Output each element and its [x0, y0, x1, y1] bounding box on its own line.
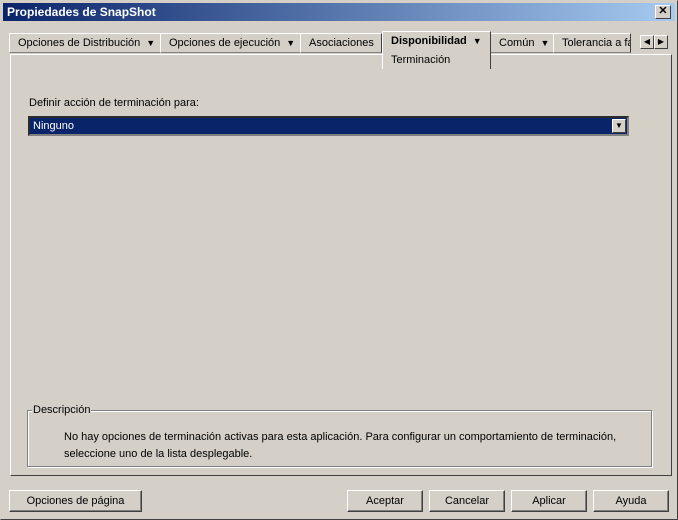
properties-dialog: Propiedades de SnapShot ✕ Opciones de Di…: [0, 0, 678, 520]
subtab-termination[interactable]: Terminación: [391, 51, 450, 69]
description-legend: Descripción: [32, 404, 92, 416]
close-icon[interactable]: ✕: [655, 5, 671, 19]
tab-distribution-options[interactable]: Opciones de Distribución ▼: [9, 33, 161, 53]
termination-select[interactable]: Ninguno ▼: [28, 116, 629, 136]
description-text: No hay opciones de terminación activas p…: [64, 431, 617, 460]
chevron-down-icon: ▼: [146, 38, 156, 48]
scroll-right-icon[interactable]: ▶: [654, 35, 668, 49]
scroll-left-icon[interactable]: ◀: [640, 35, 654, 49]
tab-fault-tolerance[interactable]: Tolerancia a fa: [553, 33, 631, 53]
tab-label: Disponibilidad: [391, 35, 467, 47]
tab-label: Asociaciones: [309, 37, 374, 49]
chevron-down-icon: ▼: [286, 38, 296, 48]
termination-label: Definir acción de terminación para:: [29, 97, 199, 109]
title-bar: Propiedades de SnapShot ✕: [3, 3, 675, 21]
chevron-down-icon: ▼: [472, 36, 482, 46]
cancel-button[interactable]: Cancelar: [429, 490, 505, 512]
description-group: Descripción No hay opciones de terminaci…: [27, 404, 652, 467]
tab-availability[interactable]: Disponibilidad ▼ Terminación: [382, 31, 491, 69]
tab-associations[interactable]: Asociaciones: [300, 33, 382, 53]
tab-label: Opciones de Distribución: [18, 37, 141, 49]
tab-common[interactable]: Común ▼: [490, 33, 554, 53]
chevron-down-icon[interactable]: ▼: [612, 119, 626, 133]
apply-button[interactable]: Aplicar: [511, 490, 587, 512]
help-button[interactable]: Ayuda: [593, 490, 669, 512]
page-options-button[interactable]: Opciones de página: [9, 490, 142, 512]
chevron-down-icon: ▼: [540, 38, 550, 48]
accept-button[interactable]: Aceptar: [347, 490, 423, 512]
select-value: Ninguno: [33, 120, 74, 132]
tab-label: Tolerancia a fa: [562, 37, 631, 49]
tab-label: Opciones de ejecución: [169, 37, 281, 49]
tab-label: Común: [499, 37, 535, 49]
tab-run-options[interactable]: Opciones de ejecución ▼: [160, 33, 301, 53]
window-title: Propiedades de SnapShot: [7, 5, 156, 19]
tab-bar: Opciones de Distribución ▼ Opciones de ej…: [9, 31, 671, 69]
